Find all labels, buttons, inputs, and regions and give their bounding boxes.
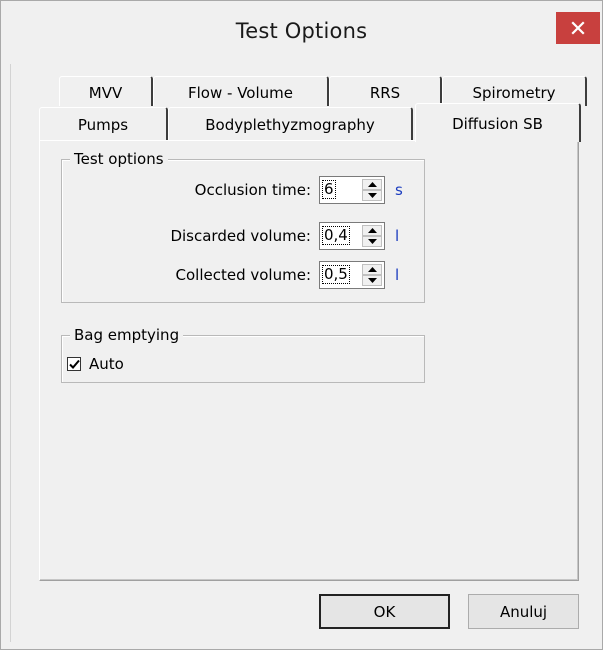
spinner-arrows[interactable] (362, 264, 382, 286)
spin-down-button[interactable] (362, 190, 382, 201)
occlusion-time-label: Occlusion time: (194, 181, 311, 199)
tab-label: Flow - Volume (188, 83, 293, 102)
tab-label: RRS (369, 83, 401, 102)
bag-emptying-legend: Bag emptying (70, 326, 184, 344)
test-options-legend: Test options (70, 150, 168, 168)
arrow-down-icon (367, 239, 377, 244)
spinner-arrows[interactable] (362, 179, 382, 201)
auto-checkbox-label[interactable]: Auto (89, 355, 124, 373)
arrow-up-icon (367, 267, 377, 272)
discarded-volume-label: Discarded volume: (170, 227, 311, 245)
cancel-button-label: Anuluj (499, 602, 548, 621)
spin-down-button[interactable] (362, 275, 382, 286)
title-bar[interactable]: Test Options (1, 1, 602, 64)
ok-button-label: OK (373, 602, 396, 621)
discarded-volume-unit: l (395, 227, 400, 245)
close-button[interactable] (556, 12, 600, 44)
arrow-up-icon (367, 182, 377, 187)
ok-button[interactable]: OK (319, 594, 450, 629)
spin-down-button[interactable] (362, 236, 382, 247)
tab-bodyplethyzmography[interactable]: Bodyplethyzmography (168, 107, 413, 140)
tab-label: Spirometry (472, 83, 556, 102)
tab-flow-volume[interactable]: Flow - Volume (153, 76, 329, 106)
discarded-volume-value[interactable]: 0,4 (322, 226, 350, 245)
tab-label: Bodyplethyzmography (205, 116, 375, 134)
collected-volume-label: Collected volume: (175, 266, 311, 284)
tab-diffusion-sb[interactable]: Diffusion SB (415, 103, 581, 142)
tab-label: Diffusion SB (452, 115, 543, 133)
tab-label: MVV (88, 83, 123, 102)
checkmark-icon (68, 359, 80, 369)
spinner-arrows[interactable] (362, 225, 382, 247)
tab-pumps[interactable]: Pumps (39, 107, 168, 140)
occlusion-time-spinner[interactable]: 6 (319, 176, 385, 204)
tab-mvv[interactable]: MVV (59, 76, 153, 106)
window-title: Test Options (235, 19, 368, 43)
discarded-volume-spinner[interactable]: 0,4 (319, 222, 385, 250)
collected-volume-spinner[interactable]: 0,5 (319, 261, 385, 289)
cancel-button[interactable]: Anuluj (468, 594, 579, 629)
test-options-dialog: Test Options MVV Flow - Volume RRS Spiro… (0, 0, 603, 650)
arrow-down-icon (367, 193, 377, 198)
tab-spirometry[interactable]: Spirometry (442, 76, 587, 106)
spin-up-button[interactable] (362, 225, 382, 236)
spin-up-button[interactable] (362, 179, 382, 190)
tab-label: Pumps (77, 116, 129, 134)
occlusion-time-value[interactable]: 6 (322, 180, 336, 199)
arrow-up-icon (367, 228, 377, 233)
collected-volume-value[interactable]: 0,5 (322, 265, 350, 284)
close-icon (571, 21, 585, 35)
collected-volume-unit: l (395, 266, 400, 284)
occlusion-time-unit: s (395, 181, 403, 199)
tab-rrs[interactable]: RRS (329, 76, 442, 106)
arrow-down-icon (367, 278, 377, 283)
spin-up-button[interactable] (362, 264, 382, 275)
auto-checkbox[interactable] (67, 357, 81, 371)
